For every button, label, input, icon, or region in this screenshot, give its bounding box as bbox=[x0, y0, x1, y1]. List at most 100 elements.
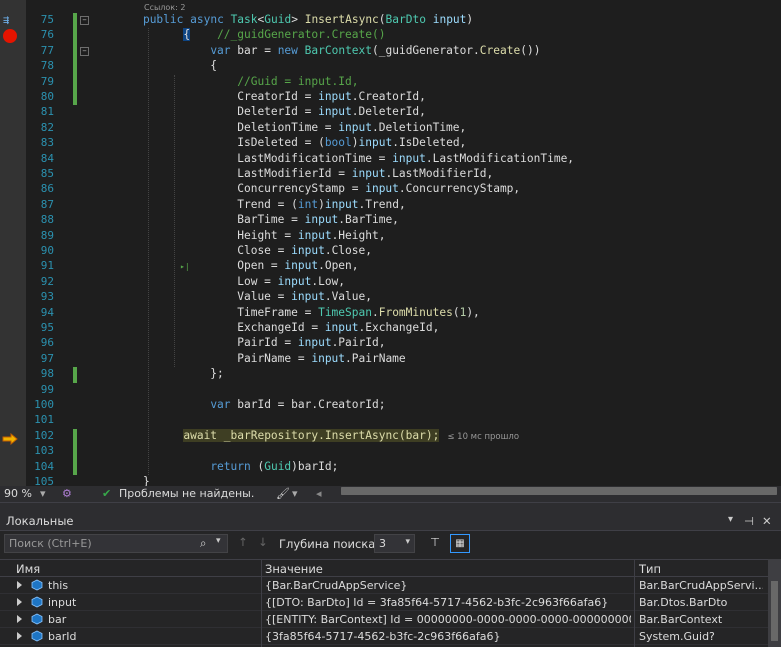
code-line[interactable]: PairName = input.PairName bbox=[116, 352, 405, 366]
code-line[interactable]: TimeFrame = TimeSpan.FromMinutes(1), bbox=[116, 306, 480, 320]
execution-pointer-icon[interactable] bbox=[2, 430, 18, 445]
code-token: > bbox=[291, 13, 305, 26]
code-text: var barId = bar.CreatorId; bbox=[183, 398, 385, 411]
view-as-table-icon[interactable]: ▦ bbox=[450, 534, 470, 553]
object-icon bbox=[31, 613, 43, 625]
cleanup-brush-icon[interactable]: 🖌 bbox=[276, 487, 290, 500]
code-token: InsertAsync bbox=[324, 428, 399, 442]
fold-toggle-icon[interactable]: − bbox=[80, 46, 89, 56]
code-line[interactable]: var barId = bar.CreatorId; bbox=[116, 398, 385, 412]
code-line[interactable]: await _barRepository.InsertAsync(bar); ≤ … bbox=[116, 428, 519, 444]
zoom-dropdown-icon[interactable]: ▾ bbox=[40, 487, 46, 500]
line-number: 94 bbox=[40, 305, 54, 319]
issues-status[interactable]: Проблемы не найдены. bbox=[119, 487, 254, 500]
codelens-references[interactable]: Ссылок: 2 bbox=[144, 3, 185, 12]
search-options-icon[interactable]: ▾ bbox=[216, 536, 221, 546]
code-line[interactable]: PairId = input.PairId, bbox=[116, 336, 385, 350]
code-line[interactable]: DeleterId = input.DeleterId, bbox=[116, 105, 426, 119]
code-line[interactable]: Height = input.Height, bbox=[116, 229, 385, 243]
line-number: 91 bbox=[40, 259, 54, 273]
expand-chevron-icon[interactable] bbox=[17, 581, 22, 589]
code-line[interactable] bbox=[116, 383, 183, 397]
column-header-value[interactable]: Значение bbox=[265, 562, 323, 576]
window-options-icon[interactable]: ▾ bbox=[728, 514, 733, 525]
code-line[interactable] bbox=[116, 444, 183, 458]
code-line[interactable]: public async Task<Guid> InsertAsync(BarD… bbox=[116, 13, 473, 27]
code-token: //Guid = input.Id, bbox=[237, 74, 359, 88]
code-line[interactable]: ExchangeId = input.ExchangeId, bbox=[116, 321, 439, 335]
code-text: Close = input.Close, bbox=[183, 244, 372, 257]
horizontal-scroll-thumb[interactable] bbox=[341, 487, 777, 495]
code-line[interactable]: { bbox=[116, 59, 217, 73]
run-to-click-icon[interactable]: ▸| bbox=[180, 262, 190, 271]
horizontal-scrollbar[interactable] bbox=[341, 487, 777, 495]
locals-row[interactable]: barId {3fa85f64-5717-4562-b3fc-2c963f66af… bbox=[0, 628, 781, 645]
column-header-type[interactable]: Тип bbox=[639, 562, 661, 576]
column-divider[interactable] bbox=[634, 559, 635, 647]
locals-row[interactable]: input {[DTO: BarDto] Id = 3fa85f64-5717-4… bbox=[0, 594, 781, 611]
zoom-level[interactable]: 90 % bbox=[4, 487, 32, 500]
code-text: TimeFrame = TimeSpan.FromMinutes(1), bbox=[183, 306, 480, 319]
code-line[interactable]: LastModifierId = input.LastModifierId, bbox=[116, 167, 493, 181]
locals-row[interactable]: this {Bar.BarCrudAppService} Bar.BarCrudAp… bbox=[0, 577, 781, 594]
code-line[interactable]: }; bbox=[116, 367, 223, 381]
search-icon[interactable]: ⌕ bbox=[200, 536, 206, 551]
code-editor[interactable]: Ссылок: 2 public async Task<Guid> Insert… bbox=[0, 0, 781, 486]
vertical-scrollbar[interactable] bbox=[768, 559, 781, 647]
expand-chevron-icon[interactable] bbox=[17, 598, 22, 606]
pin-value-icon[interactable]: ⊤ bbox=[430, 535, 440, 549]
code-line[interactable]: CreatorId = input.CreatorId, bbox=[116, 90, 426, 104]
cleanup-dropdown-icon[interactable]: ▾ bbox=[292, 487, 298, 500]
code-token: async bbox=[190, 13, 224, 26]
code-token: Height = bbox=[183, 228, 298, 242]
code-line[interactable] bbox=[116, 413, 183, 427]
search-previous-icon[interactable]: ↑ bbox=[238, 535, 248, 549]
column-divider[interactable] bbox=[261, 559, 262, 647]
scroll-left-icon[interactable]: ◂ bbox=[316, 487, 322, 500]
fold-toggle-icon[interactable]: − bbox=[80, 16, 89, 25]
code-line[interactable]: BarTime = input.BarTime, bbox=[116, 213, 399, 227]
vertical-scroll-thumb[interactable] bbox=[771, 581, 778, 641]
glyph-margin[interactable] bbox=[0, 0, 26, 486]
locals-row[interactable]: bar {[ENTITY: BarContext] Id = 00000000-0… bbox=[0, 611, 781, 628]
code-line[interactable]: Trend = (int)input.Trend, bbox=[116, 197, 406, 212]
code-token: barId = bar.CreatorId; bbox=[230, 398, 386, 411]
code-line[interactable]: ConcurrencyStamp = input.ConcurrencyStam… bbox=[116, 182, 520, 196]
code-token: .Value, bbox=[324, 290, 372, 304]
code-token: .Trend, bbox=[358, 197, 406, 211]
pin-icon[interactable]: ⊣ bbox=[744, 514, 754, 528]
code-line[interactable]: var bar = new BarContext(_guidGenerator.… bbox=[116, 44, 540, 58]
close-icon[interactable]: ✕ bbox=[762, 514, 772, 528]
search-depth-select[interactable]: 3 ▾ bbox=[374, 534, 415, 553]
chevron-down-icon: ▾ bbox=[405, 537, 410, 547]
expand-chevron-icon[interactable] bbox=[17, 632, 22, 640]
code-text: { //_guidGenerator.Create() bbox=[183, 28, 385, 42]
perf-tip[interactable]: ≤ 10 мс прошло bbox=[447, 432, 519, 442]
code-line[interactable]: Open = input.Open, bbox=[116, 259, 358, 273]
code-line[interactable]: Close = input.Close, bbox=[116, 244, 372, 258]
code-text: LastModificationTime = input.LastModific… bbox=[183, 152, 574, 165]
code-line[interactable]: } bbox=[116, 475, 150, 486]
search-input[interactable]: Поиск (Ctrl+E) bbox=[4, 534, 228, 553]
search-next-icon[interactable]: ↓ bbox=[258, 535, 268, 549]
code-token: await bbox=[183, 428, 218, 442]
code-token: var bbox=[210, 43, 231, 57]
code-line[interactable]: IsDeleted = (bool)input.IsDeleted, bbox=[116, 136, 466, 150]
code-line[interactable]: DeletionTime = input.DeletionTime, bbox=[116, 121, 466, 135]
code-line[interactable]: Low = input.Low, bbox=[116, 275, 345, 289]
line-number: 75 bbox=[40, 13, 54, 26]
code-token: input bbox=[284, 259, 319, 273]
code-line[interactable]: { //_guidGenerator.Create() bbox=[116, 28, 385, 42]
intellicode-icon[interactable]: ⚙ bbox=[62, 487, 72, 500]
code-line[interactable]: LastModificationTime = input.LastModific… bbox=[116, 152, 574, 166]
expand-chevron-icon[interactable] bbox=[17, 615, 22, 623]
code-line[interactable]: return (Guid)barId; bbox=[116, 460, 338, 474]
debug-bookmark-icon[interactable]: ⇶ bbox=[3, 15, 9, 26]
code-line[interactable]: Value = input.Value, bbox=[116, 290, 372, 304]
column-header-name[interactable]: Имя bbox=[16, 562, 40, 576]
code-text: { bbox=[183, 59, 217, 72]
code-line[interactable]: //Guid = input.Id, bbox=[116, 74, 359, 89]
